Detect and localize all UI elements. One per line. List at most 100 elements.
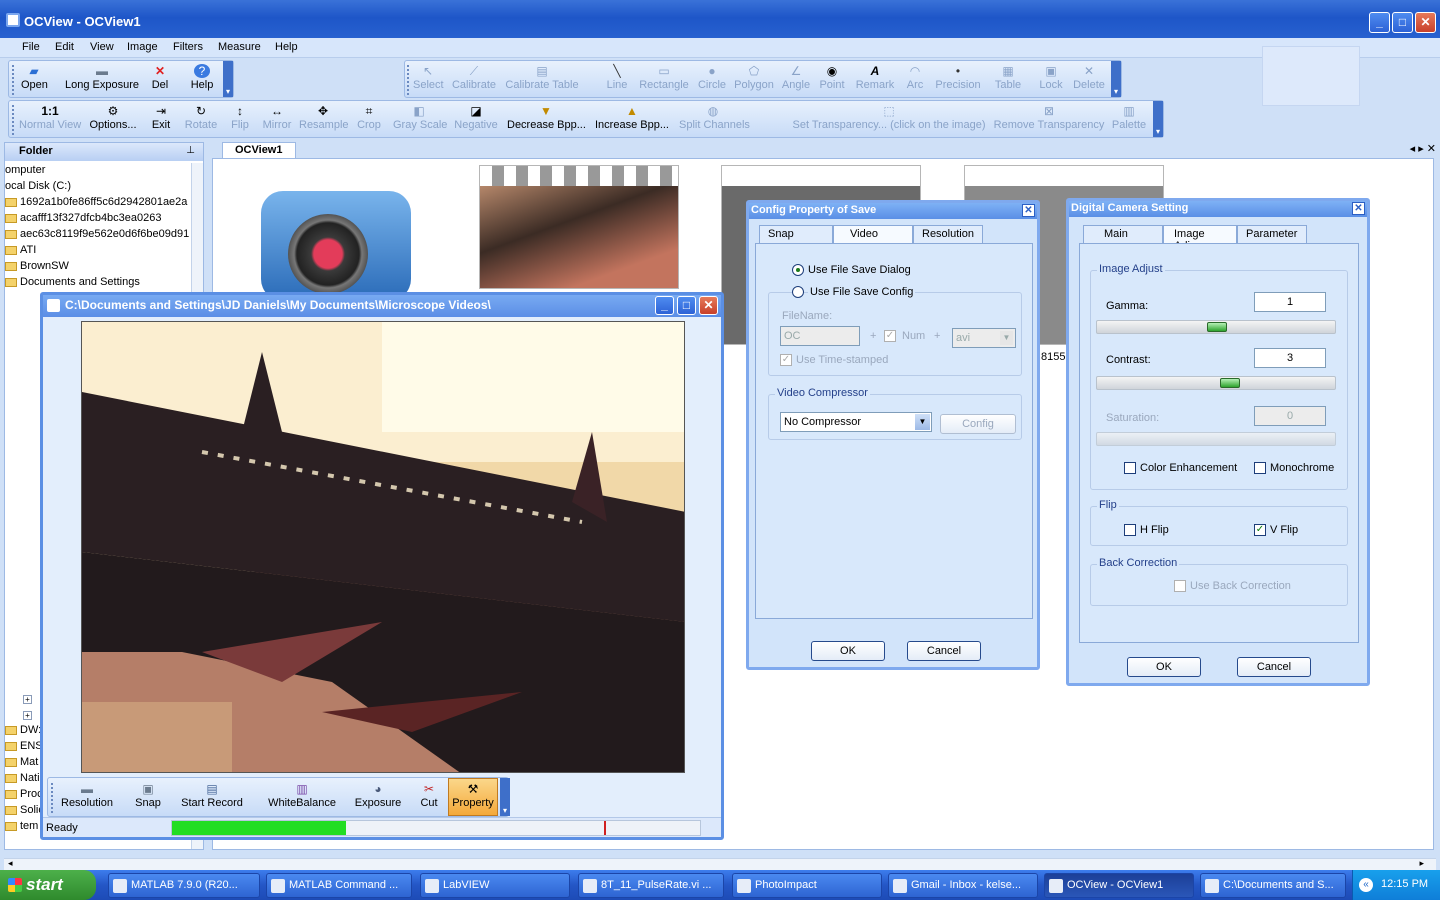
taskbar-gmail[interactable]: Gmail - Inbox - kelse... [888,873,1038,898]
v-flip-checkbox[interactable]: ✓ [1254,524,1266,536]
color-enhancement-checkbox[interactable] [1124,462,1136,474]
capture-close-button[interactable]: ✕ [699,296,718,315]
num-checkbox[interactable]: ✓ [884,330,896,342]
resolution-button[interactable]: ▬ Resolution [58,782,116,809]
camera-dialog-close-button[interactable]: ✕ [1352,202,1365,215]
tree-item-folder[interactable]: DW: [5,724,41,736]
remark-tool[interactable]: A Remark [853,64,897,91]
split-channels-button[interactable]: ◍ Split Channels [679,104,750,131]
taskbar-ocview[interactable]: OCView - OCView1 [1044,873,1194,898]
arc-tool[interactable]: ◠ Arc [903,64,927,91]
taskbar-pulserate[interactable]: 8T_11_PulseRate.vi ... [578,873,724,898]
exit-button[interactable]: ⇥ Exit [149,104,173,131]
tree-item-local-disk[interactable]: ocal Disk (C:) [5,180,71,192]
del-button[interactable]: ✕ Del [149,64,171,91]
use-file-save-config-radio[interactable] [792,286,804,298]
lock-tool[interactable]: ▣ Lock [1037,64,1065,91]
tree-item-computer[interactable]: omputer [5,164,45,176]
delete-tool[interactable]: ✕ Delete [1071,64,1107,91]
normal-view-button[interactable]: 1:1 Normal View [19,104,81,131]
pin-icon[interactable]: ⊥ [186,145,195,156]
remove-transparency-button[interactable]: ⊠ Remove Transparency [993,104,1105,131]
tree-item-folder[interactable]: Mat [5,756,38,768]
use-back-correction-checkbox[interactable] [1174,580,1186,592]
capture-minimize-button[interactable]: _ [655,296,674,315]
gamma-slider[interactable] [1096,320,1336,334]
tab-snap[interactable]: Snap [759,225,833,243]
contrast-input[interactable]: 3 [1254,348,1326,368]
tree-item-folder[interactable]: 1692a1b0fe86ff5c6d2942801ae2a [5,196,191,208]
tree-item-folder[interactable]: ENS [5,740,43,752]
increase-bpp-button[interactable]: ▲ Increase Bpp... [595,104,669,131]
contrast-slider[interactable] [1096,376,1336,390]
gamma-slider-thumb[interactable] [1207,322,1227,332]
options-button[interactable]: ⚙ Options... [87,104,139,131]
decrease-bpp-button[interactable]: ▼ Decrease Bpp... [507,104,586,131]
taskbar-matlab[interactable]: MATLAB 7.9.0 (R20... [108,873,260,898]
tab-parameter[interactable]: Parameter [1237,225,1307,243]
snap-button[interactable]: ▣ Snap [134,782,162,809]
tree-item-folder[interactable]: tem [5,820,38,832]
tab-main[interactable]: Main [1083,225,1163,243]
open-button[interactable]: ▰ Open [21,64,48,91]
gamma-input[interactable]: 1 [1254,292,1326,312]
saturation-input[interactable]: 0 [1254,406,1326,426]
tab-image-adj[interactable]: Image Adj... [1163,225,1237,252]
taskbar-matlab-command[interactable]: MATLAB Command ... [266,873,412,898]
exposure-button[interactable]: ◕ Exposure [354,782,402,809]
menu-file[interactable]: File [22,41,40,53]
point-tool[interactable]: ◉ Point [817,64,847,91]
saturation-slider[interactable] [1096,432,1336,446]
menu-measure[interactable]: Measure [218,41,261,53]
expand-icon[interactable]: + [23,711,32,720]
config-dialog-close-button[interactable]: ✕ [1022,204,1035,217]
main-horizontal-scrollbar[interactable]: ◂ ▸ [4,858,1436,870]
circle-tool[interactable]: ● Circle [697,64,727,91]
help-button[interactable]: ? Help [189,64,215,91]
calibrate-tool[interactable]: ⟋ Calibrate [451,64,497,91]
minimize-button[interactable]: _ [1369,12,1390,33]
mirror-button[interactable]: ↔ Mirror [261,104,293,131]
contrast-slider-thumb[interactable] [1220,378,1240,388]
menu-edit[interactable]: Edit [55,41,74,53]
select-tool[interactable]: ↖ Select [413,64,444,91]
use-time-stamped-checkbox[interactable]: ✓ [780,354,792,366]
capture-maximize-button[interactable]: □ [677,296,696,315]
tree-item-folder[interactable]: acafff13f327dfcb4bc3ea0263 [5,212,162,224]
filename-input[interactable]: OC [780,326,860,346]
set-transparency-button[interactable]: ⬚ Set Transparency... (click on the image… [791,104,987,131]
start-record-button[interactable]: ▤ Start Record [180,782,244,809]
live-video-image[interactable] [81,321,685,773]
tab-resolution[interactable]: Resolution [913,225,983,243]
close-button[interactable]: ✕ [1415,12,1436,33]
tree-item-folder[interactable]: Solic [5,804,44,816]
tree-item-folder[interactable]: BrownSW [5,260,69,272]
tree-item-folder[interactable]: ATI [5,244,36,256]
rectangle-tool[interactable]: ▭ Rectangle [639,64,689,91]
gray-scale-button[interactable]: ◧ Gray Scale [393,104,447,131]
negative-button[interactable]: ◪ Negative [453,104,499,131]
monochrome-checkbox[interactable] [1254,462,1266,474]
extension-select[interactable]: avi ▼ [952,328,1016,348]
long-exposure-button[interactable]: ▬ Long Exposure [65,64,139,91]
tree-item-folder[interactable]: aec63c8119f9e562e0d6f6be09d91 [5,228,191,240]
property-button[interactable]: ⚒ Property [448,778,498,816]
polygon-tool[interactable]: ⬠ Polygon [733,64,775,91]
taskbar-labview[interactable]: LabVIEW [420,873,570,898]
expand-icon[interactable]: + [23,695,32,704]
config-ok-button[interactable]: OK [811,641,885,661]
tree-item-folder[interactable]: Documents and Settings [5,276,140,288]
maximize-button[interactable]: □ [1392,12,1413,33]
taskbar-photoimpact[interactable]: PhotoImpact [732,873,882,898]
compressor-config-button[interactable]: Config [940,414,1016,434]
thorn-thumbnail[interactable] [479,165,679,289]
table-tool[interactable]: ▦ Table [993,64,1023,91]
scroll-left-icon[interactable]: ◂ [8,858,13,869]
calibrate-table-tool[interactable]: ▤ Calibrate Table [505,64,579,91]
tree-item-folder[interactable]: Nati [5,772,40,784]
menu-filters[interactable]: Filters [173,41,203,53]
tab-ocview1[interactable]: OCView1 [222,142,296,158]
use-file-save-dialog-radio[interactable] [792,264,804,276]
compressor-select[interactable]: No Compressor ▼ [780,412,932,432]
taskbar-explorer[interactable]: C:\Documents and S... [1200,873,1346,898]
